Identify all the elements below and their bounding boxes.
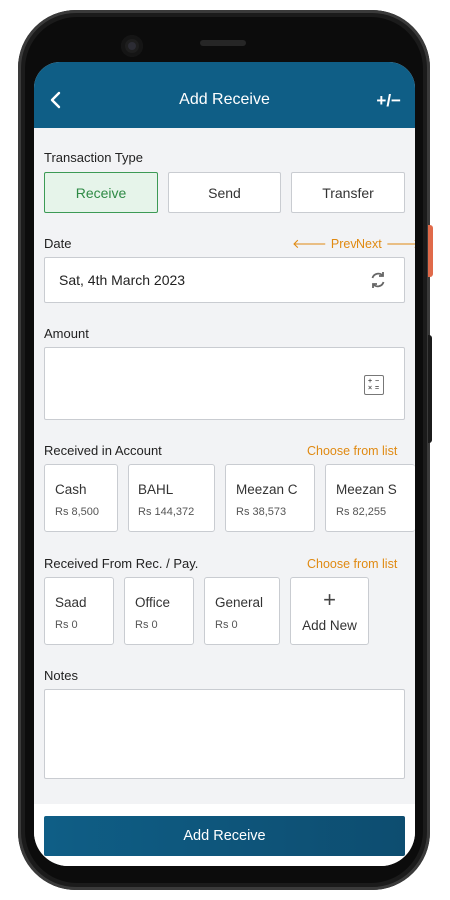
- date-label: Date: [44, 236, 72, 251]
- add-new-party-button[interactable]: + Add New: [290, 577, 369, 645]
- type-transfer-button[interactable]: Transfer: [291, 172, 405, 213]
- account-choose-link[interactable]: Choose from list: [307, 444, 397, 458]
- notes-input[interactable]: [44, 689, 405, 779]
- party-name: Saad: [55, 595, 87, 610]
- account-card-meezan-c[interactable]: Meezan C Rs 38,573: [225, 464, 315, 532]
- amount-input[interactable]: + − × =: [44, 347, 405, 420]
- earpiece-speaker: [200, 40, 246, 46]
- account-name: Meezan C: [236, 482, 298, 497]
- type-receive-button[interactable]: Receive: [44, 172, 158, 213]
- party-card-saad[interactable]: Saad Rs 0: [44, 577, 114, 645]
- account-balance: Rs 8,500: [55, 506, 100, 518]
- prev-label: Prev: [330, 237, 357, 251]
- account-name: Cash: [55, 482, 87, 497]
- page-title: Add Receive: [179, 91, 270, 108]
- received-from-label: Received From Rec. / Pay.: [44, 556, 199, 571]
- date-value: Sat, 4th March 2023: [59, 272, 186, 288]
- add-receive-button[interactable]: Add Receive: [44, 816, 405, 856]
- account-card-bahl[interactable]: BAHL Rs 144,372: [128, 464, 215, 532]
- date-field[interactable]: Sat, 4th March 2023: [44, 257, 405, 303]
- next-date-link[interactable]: Next 🡒: [356, 236, 415, 252]
- front-camera: [121, 35, 143, 57]
- calculator-icon[interactable]: + − × =: [364, 375, 384, 395]
- notes-label: Notes: [44, 668, 78, 683]
- plus-minus-icon[interactable]: +/−: [376, 91, 401, 111]
- prev-date-link[interactable]: 🡐 Prev: [292, 236, 357, 252]
- amount-label: Amount: [44, 326, 89, 341]
- received-in-account-label: Received in Account: [44, 443, 162, 458]
- party-choose-link[interactable]: Choose from list: [307, 557, 397, 571]
- party-card-general[interactable]: General Rs 0: [204, 577, 280, 645]
- arrow-left-icon: 🡐: [292, 236, 327, 251]
- add-new-label: Add New: [302, 618, 357, 633]
- volume-button: [428, 335, 432, 443]
- party-card-office[interactable]: Office Rs 0: [124, 577, 194, 645]
- transaction-type-label: Transaction Type: [44, 150, 143, 165]
- party-balance: Rs 0: [135, 619, 158, 631]
- power-button: [428, 225, 433, 277]
- next-label: Next: [356, 237, 382, 251]
- account-card-cash[interactable]: Cash Rs 8,500: [44, 464, 118, 532]
- refresh-icon[interactable]: [368, 270, 388, 290]
- app-bar: Add Receive +/−: [34, 62, 415, 128]
- account-name: BAHL: [138, 482, 174, 497]
- party-name: Office: [135, 595, 171, 610]
- account-balance: Rs 144,372: [138, 506, 195, 518]
- account-balance: Rs 82,255: [336, 506, 387, 518]
- account-card-meezan-s[interactable]: Meezan S Rs 82,255: [325, 464, 415, 532]
- party-balance: Rs 0: [55, 619, 78, 631]
- app-screen: Add Receive +/− Transaction Type Receive…: [34, 62, 415, 866]
- account-name: Meezan S: [336, 482, 397, 497]
- account-balance: Rs 38,573: [236, 506, 287, 518]
- party-balance: Rs 0: [215, 619, 238, 631]
- party-name: General: [215, 595, 264, 610]
- plus-icon: +: [323, 587, 336, 612]
- arrow-right-icon: 🡒: [385, 236, 415, 251]
- type-send-button[interactable]: Send: [168, 172, 281, 213]
